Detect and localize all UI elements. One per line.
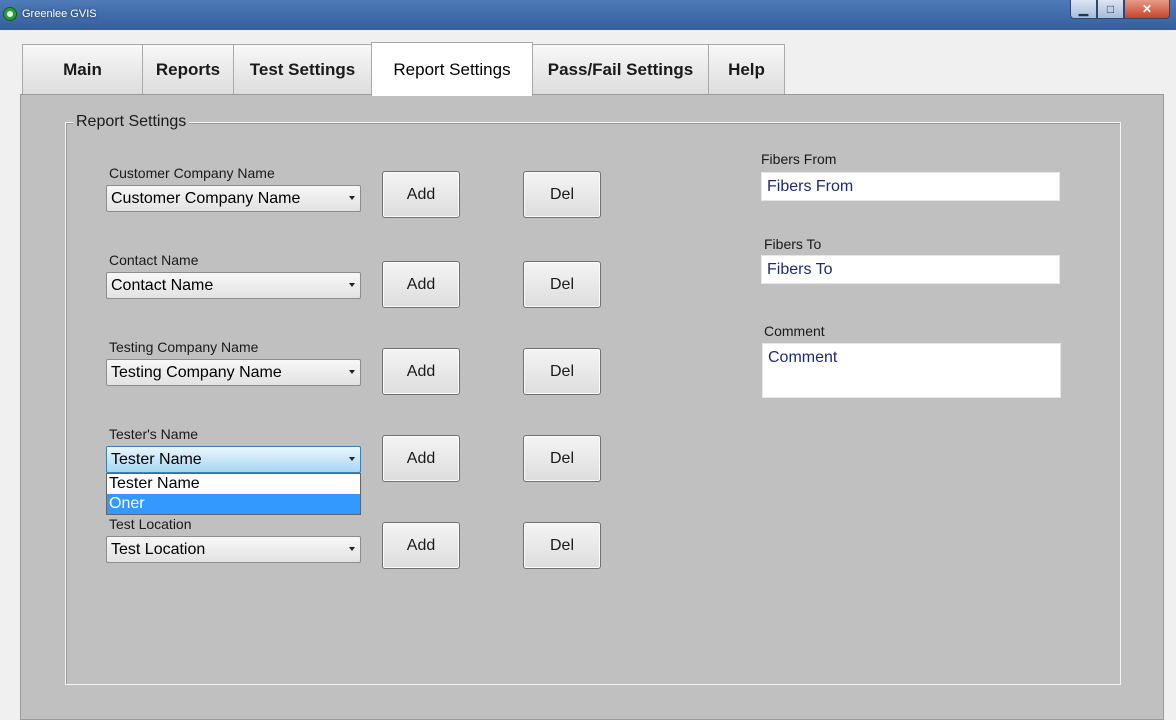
close-icon: ✕ xyxy=(1141,2,1153,16)
testing-company-del-button[interactable]: Del xyxy=(523,348,601,395)
close-button[interactable]: ✕ xyxy=(1124,0,1170,19)
customer-company-del-button[interactable]: Del xyxy=(523,171,601,218)
contact-name-del-button[interactable]: Del xyxy=(523,261,601,308)
tab-report-settings[interactable]: Report Settings xyxy=(371,42,533,96)
chevron-down-icon xyxy=(349,283,355,287)
testing-company-label: Testing Company Name xyxy=(109,339,259,355)
tester-name-del-button[interactable]: Del xyxy=(523,435,601,482)
testing-company-add-button[interactable]: Add xyxy=(382,348,460,395)
tester-name-combo[interactable]: Tester Name xyxy=(106,446,361,473)
contact-name-value: Contact Name xyxy=(111,277,214,294)
dropdown-option-oner[interactable]: Oner xyxy=(107,494,360,514)
comment-label: Comment xyxy=(764,323,825,339)
tab-pass-fail-settings[interactable]: Pass/Fail Settings xyxy=(532,44,709,95)
tab-reports[interactable]: Reports xyxy=(142,44,234,95)
tab-help[interactable]: Help xyxy=(708,44,785,95)
tester-name-label: Tester's Name xyxy=(109,426,199,442)
tab-test-settings[interactable]: Test Settings xyxy=(233,44,372,95)
customer-company-value: Customer Company Name xyxy=(111,190,301,207)
test-location-del-button[interactable]: Del xyxy=(523,522,601,569)
app-logo-icon xyxy=(3,7,17,21)
tester-name-value: Tester Name xyxy=(111,451,202,468)
comment-field[interactable]: Comment xyxy=(762,343,1061,398)
maximize-button[interactable]: □ xyxy=(1097,0,1124,19)
group-title: Report Settings xyxy=(73,113,190,131)
dropdown-option-tester-name[interactable]: Tester Name xyxy=(107,474,360,494)
customer-company-add-button[interactable]: Add xyxy=(382,171,460,218)
title-bar: Greenlee GVIS ▁ □ ✕ xyxy=(0,0,1176,30)
test-location-label: Test Location xyxy=(109,516,192,532)
window-title: Greenlee GVIS xyxy=(22,8,97,20)
tab-main[interactable]: Main xyxy=(22,44,143,95)
test-location-add-button[interactable]: Add xyxy=(382,522,460,569)
test-location-value: Test Location xyxy=(111,541,206,558)
chevron-down-icon xyxy=(349,547,355,551)
customer-company-combo[interactable]: Customer Company Name xyxy=(106,185,361,212)
testing-company-combo[interactable]: Testing Company Name xyxy=(106,359,361,386)
fibers-to-field[interactable]: Fibers To xyxy=(761,255,1060,284)
testing-company-value: Testing Company Name xyxy=(111,364,282,381)
minimize-button[interactable]: ▁ xyxy=(1070,0,1097,19)
fibers-from-label: Fibers From xyxy=(761,151,837,167)
fibers-to-label: Fibers To xyxy=(764,236,822,252)
tester-name-add-button[interactable]: Add xyxy=(382,435,460,482)
customer-company-label: Customer Company Name xyxy=(109,165,275,181)
chevron-down-icon xyxy=(349,370,355,374)
minimize-icon: ▁ xyxy=(1078,2,1089,16)
chevron-down-icon xyxy=(349,457,355,461)
window-controls: ▁ □ ✕ xyxy=(1070,0,1170,20)
fibers-from-field[interactable]: Fibers From xyxy=(761,172,1060,201)
maximize-icon: □ xyxy=(1106,2,1115,16)
test-location-combo[interactable]: Test Location xyxy=(106,536,361,563)
contact-name-add-button[interactable]: Add xyxy=(382,261,460,308)
contact-name-label: Contact Name xyxy=(109,252,199,268)
contact-name-combo[interactable]: Contact Name xyxy=(106,272,361,299)
chevron-down-icon xyxy=(349,196,355,200)
tester-name-dropdown-list: Tester Name Oner xyxy=(106,473,361,515)
